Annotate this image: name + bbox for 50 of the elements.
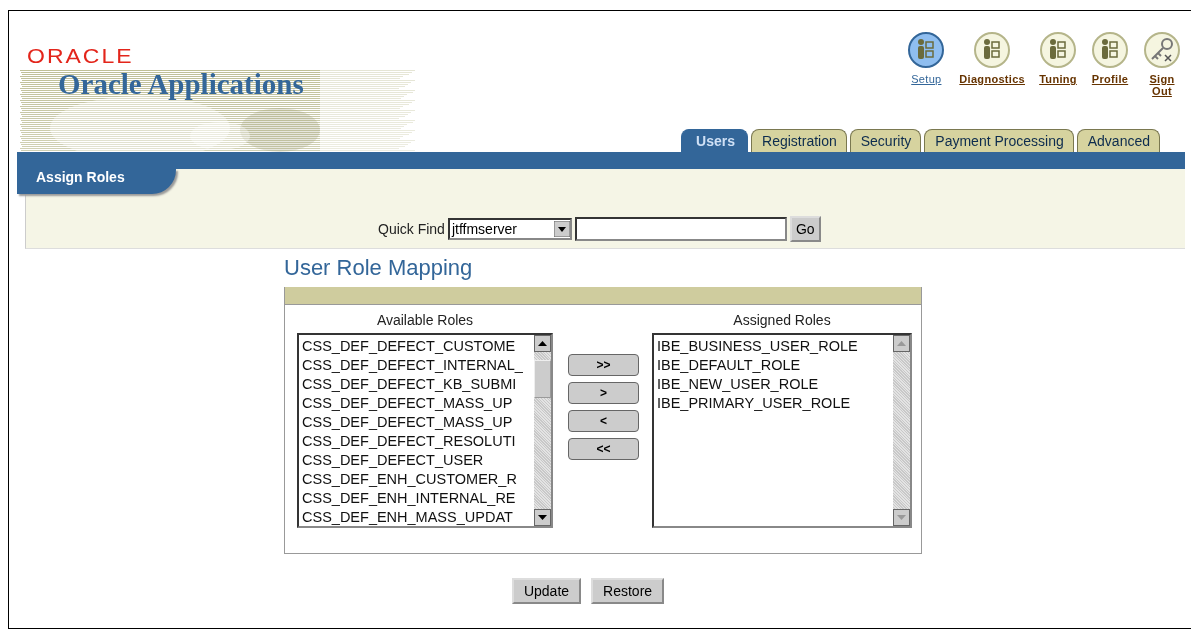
tab[interactable]: Security: [849, 129, 922, 152]
section-title: User Role Mapping: [284, 255, 474, 281]
tab[interactable]: Registration: [751, 129, 847, 152]
move-button[interactable]: <: [568, 410, 639, 432]
global-link[interactable]: Profile: [1091, 73, 1129, 85]
go-button[interactable]: Go: [789, 216, 821, 242]
quick-find-select[interactable]: jtffmserver: [447, 218, 572, 240]
list-item[interactable]: CSS_DEF_DEFECT_CUSTOME: [302, 337, 531, 356]
quick-find-label: Quick Find: [378, 221, 445, 237]
scroll-down-icon: [893, 509, 910, 526]
scrollbar[interactable]: [534, 335, 551, 526]
list-item[interactable]: CSS_DEF_DEFECT_MASS_UP: [302, 394, 531, 413]
scroll-up-icon: [893, 335, 910, 352]
list-item[interactable]: CSS_DEF_DEFECT_INTERNAL_: [302, 356, 531, 375]
dropdown-arrow-icon: [553, 221, 570, 237]
list-item[interactable]: CSS_DEF_DEFECT_RESOLUTI: [302, 432, 531, 451]
move-button[interactable]: >: [568, 382, 639, 404]
list-item[interactable]: CSS_DEF_ENH_MASS_UPDAT: [302, 508, 531, 526]
tab[interactable]: Advanced: [1076, 129, 1160, 152]
global-link[interactable]: Setup: [911, 73, 942, 85]
global-link[interactable]: Diagnostics: [959, 73, 1025, 85]
list-item[interactable]: CSS_DEF_ENH_INTERNAL_RE: [302, 489, 531, 508]
oracle-logo: ORACLE: [27, 48, 134, 65]
subtab[interactable]: Assign Roles: [17, 169, 176, 194]
search-field[interactable]: [574, 217, 787, 241]
scroll-up-icon: [534, 335, 551, 352]
list-item[interactable]: CSS_DEF_DEFECT_MASS_UP: [302, 413, 531, 432]
list-item[interactable]: IBE_NEW_USER_ROLE: [657, 375, 890, 394]
scroll-thumb[interactable]: [534, 360, 551, 398]
tab[interactable]: Users: [681, 129, 749, 152]
list-item[interactable]: CSS_DEF_DEFECT_USER: [302, 451, 531, 470]
product-title: Oracle Applications: [57, 70, 304, 98]
role-list[interactable]: [297, 333, 553, 528]
global-link[interactable]: Tuning: [1039, 73, 1077, 85]
list-item[interactable]: IBE_DEFAULT_ROLE: [657, 356, 890, 375]
move-button[interactable]: >>: [568, 354, 639, 376]
list-heading: Available Roles: [376, 312, 474, 328]
role-list[interactable]: IBE_BUSINESS_USER_ROLE IBE_DEFAULT_ROLE IBE_NEW_USER_ROLE IBE_PRIMARY_USER_ROLE: [652, 333, 912, 528]
scrollbar[interactable]: [893, 335, 910, 526]
list-item[interactable]: IBE_BUSINESS_USER_ROLE: [657, 337, 890, 356]
action-button[interactable]: Restore: [591, 578, 665, 604]
scroll-down-icon: [534, 509, 551, 526]
global-link[interactable]: Sign Out: [1147, 73, 1177, 97]
list-heading: Assigned Roles: [733, 312, 831, 328]
list-item[interactable]: CSS_DEF_DEFECT_KB_SUBMI: [302, 375, 531, 394]
list-item[interactable]: CSS_DEF_ENH_CUSTOMER_R: [302, 470, 531, 489]
tab[interactable]: Payment Processing: [924, 129, 1074, 152]
move-button[interactable]: <<: [568, 438, 639, 460]
list-item[interactable]: IBE_PRIMARY_USER_ROLE: [657, 394, 890, 413]
action-button[interactable]: Update: [511, 578, 582, 604]
